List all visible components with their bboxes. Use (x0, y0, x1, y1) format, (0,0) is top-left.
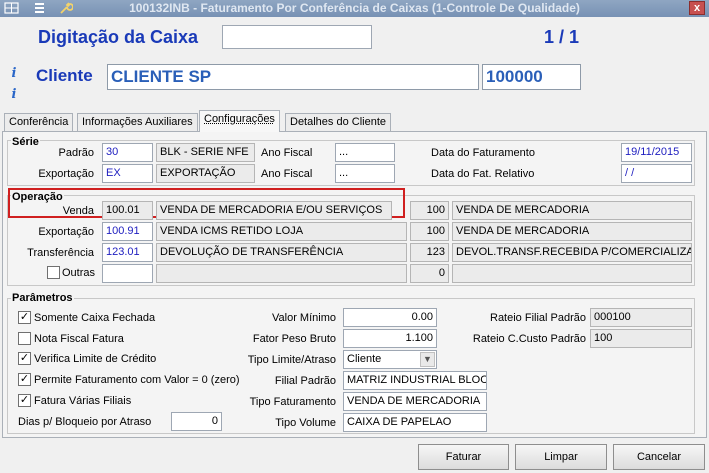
tipo-faturamento-label: Tipo Faturamento (249, 396, 336, 408)
tab-configuracoes[interactable]: Configurações (199, 110, 280, 132)
serie-exportacao-code[interactable]: EX (102, 164, 153, 183)
somente-caixa-fechada-checkbox[interactable]: ✓ (18, 311, 31, 324)
window-title: 100132INB - Faturamento Por Conferência … (129, 1, 580, 15)
caixa-input[interactable] (222, 25, 372, 49)
op-transferencia-num: 123 (410, 243, 449, 262)
filial-padrao-field[interactable]: MATRIZ INDUSTRIAL BLOCO (343, 371, 487, 390)
tipo-volume-label: Tipo Volume (275, 417, 336, 429)
rateio-custo-label: Rateio C.Custo Padrão (472, 333, 586, 345)
limpar-label: Limpar (544, 451, 578, 463)
tab-conferencia[interactable]: Conferência (4, 113, 74, 132)
serie-padrao-label: Padrão (58, 147, 94, 159)
tipo-limite-value: Cliente (347, 353, 382, 365)
op-transferencia-code[interactable]: 123.01 (102, 243, 153, 262)
serie-exportacao-ano-label: Ano Fiscal (261, 168, 313, 180)
data-faturamento-label: Data do Faturamento (431, 147, 535, 159)
cancelar-button[interactable]: Cancelar (613, 444, 705, 470)
op-venda-num-desc: VENDA DE MERCADORIA (452, 201, 692, 220)
rateio-filial-field[interactable]: 000100 (590, 308, 692, 327)
rateio-filial-label: Rateio Filial Padrão (490, 312, 586, 324)
cancelar-label: Cancelar (636, 451, 682, 463)
dias-bloqueio-field[interactable]: 0 (171, 412, 222, 431)
op-outras-desc (156, 264, 407, 283)
permite-faturamento-zero-label: Permite Faturamento com Valor = 0 (zero) (34, 374, 240, 386)
serie-padrao-desc: BLK - SERIE NFE (156, 143, 255, 162)
valor-minimo-field[interactable]: 0.00 (343, 308, 437, 327)
outras-checkbox[interactable] (47, 266, 60, 279)
op-venda-code[interactable]: 100.01 (102, 201, 153, 220)
serie-exportacao-label: Exportação (38, 168, 94, 180)
tab-configuracoes-label: Configurações (204, 113, 275, 125)
fatura-varias-filiais-checkbox[interactable]: ✓ (18, 394, 31, 407)
op-exportacao-label: Exportação (38, 226, 94, 238)
op-venda-label: Venda (62, 205, 94, 217)
tab-detalhes-cliente[interactable]: Detalhes do Cliente (285, 113, 392, 132)
op-exportacao-num: 100 (410, 222, 449, 241)
tipo-faturamento-field[interactable]: VENDA DE MERCADORIA (343, 392, 487, 411)
op-outras-num-desc (452, 264, 692, 283)
verifica-limite-credito-checkbox[interactable]: ✓ (18, 352, 31, 365)
cliente-name-field[interactable]: CLIENTE SP (107, 64, 479, 90)
serie-padrao-code[interactable]: 30 (102, 143, 153, 162)
tipo-limite-label: Tipo Limite/Atraso (247, 354, 336, 366)
limpar-button[interactable]: Limpar (515, 444, 607, 470)
op-venda-num: 100 (410, 201, 449, 220)
dias-bloqueio-label: Dias p/ Bloqueio por Atraso (18, 416, 152, 428)
page-counter: 1 / 1 (544, 27, 580, 47)
serie-exportacao-desc: EXPORTAÇÃO (156, 164, 255, 183)
serie-padrao-ano-label: Ano Fiscal (261, 147, 313, 159)
data-fat-relativo-field[interactable]: / / (621, 164, 692, 183)
data-faturamento-field[interactable]: 19/11/2015 (621, 143, 692, 162)
faturar-button[interactable]: Faturar (418, 444, 509, 470)
parametros-title: Parâmetros (11, 292, 74, 304)
serie-padrao-ano[interactable]: ... (335, 143, 395, 162)
info-icon-2[interactable]: i (8, 88, 20, 102)
op-transferencia-label: Transferência (27, 247, 94, 259)
op-exportacao-desc: VENDA ICMS RETIDO LOJA (156, 222, 407, 241)
tipo-volume-field[interactable]: CAIXA DE PAPELAO (343, 413, 487, 432)
op-outras-num: 0 (410, 264, 449, 283)
verifica-limite-credito-label: Verifica Limite de Crédito (34, 353, 157, 365)
nota-fiscal-fatura-label: Nota Fiscal Fatura (34, 333, 124, 345)
op-outras-code[interactable] (102, 264, 153, 283)
info-icon[interactable]: i (8, 67, 20, 81)
serie-exportacao-ano[interactable]: ... (335, 164, 395, 183)
close-button[interactable]: x (689, 1, 705, 15)
fatura-varias-filiais-label: Fatura Várias Filiais (34, 395, 132, 407)
filial-padrao-label: Filial Padrão (274, 375, 336, 387)
faturar-label: Faturar (445, 451, 482, 463)
somente-caixa-fechada-label: Somente Caixa Fechada (34, 312, 156, 324)
op-exportacao-num-desc: VENDA DE MERCADORIA (452, 222, 692, 241)
title-bar: 100132INB - Faturamento Por Conferência … (0, 0, 709, 17)
tab-informacoes-auxiliares[interactable]: Informações Auxiliares (77, 113, 198, 132)
data-fat-relativo-label: Data do Fat. Relativo (431, 168, 535, 180)
valor-minimo-label: Valor Mínimo (272, 312, 336, 324)
cliente-label: Cliente (36, 66, 93, 85)
op-transferencia-desc: DEVOLUÇÃO DE TRANSFERÊNCIA (156, 243, 407, 262)
op-venda-desc: VENDA DE MERCADORIA E/OU SERVIÇOS (156, 201, 392, 220)
chevron-down-icon[interactable]: ▼ (420, 352, 435, 367)
op-transferencia-num-desc: DEVOL.TRANSF.RECEBIDA P/COMERCIALIZAÇÃ (452, 243, 692, 262)
permite-faturamento-zero-checkbox[interactable]: ✓ (18, 373, 31, 386)
fator-peso-bruto-field[interactable]: 1.100 (343, 329, 437, 348)
op-exportacao-code[interactable]: 100.91 (102, 222, 153, 241)
page-title: Digitação da Caixa (38, 27, 199, 47)
nota-fiscal-fatura-checkbox[interactable] (18, 332, 31, 345)
rateio-custo-field[interactable]: 100 (590, 329, 692, 348)
fator-peso-bruto-label: Fator Peso Bruto (252, 333, 336, 345)
cliente-code-field[interactable]: 100000 (482, 64, 581, 90)
op-outras-label: Outras (62, 267, 96, 279)
